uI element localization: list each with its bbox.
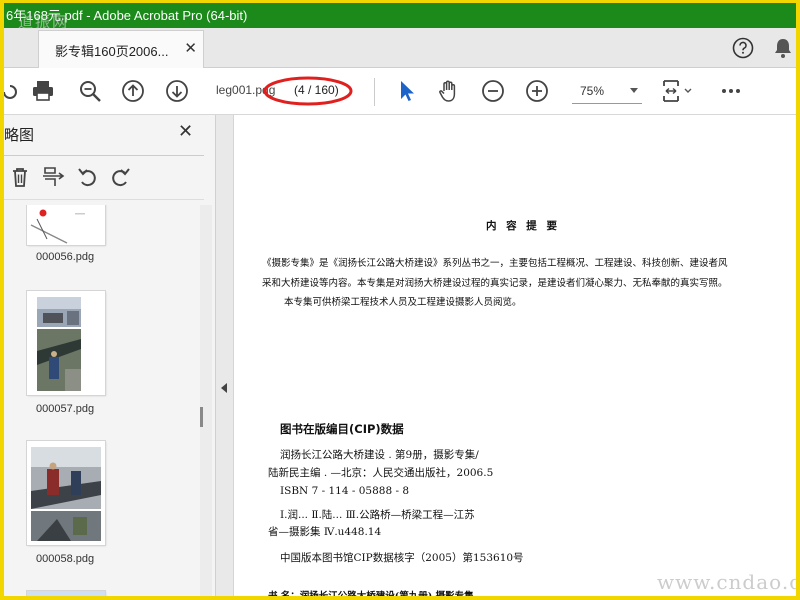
select-cursor-icon[interactable] <box>394 78 420 104</box>
window-title: 6年168元.pdf - Adobe Acrobat Pro (64-bit) <box>6 8 248 23</box>
summary-line: 采和大桥建设等内容。本专集是对润扬大桥建设过程的真实记录，是建设者们凝心聚力、无… <box>262 278 728 289</box>
previous-page-icon[interactable] <box>120 78 146 104</box>
rotate-clockwise-icon[interactable] <box>108 165 132 189</box>
print-icon[interactable] <box>30 78 56 104</box>
panel-divider-2 <box>4 199 204 200</box>
fit-page-icon[interactable] <box>660 78 700 104</box>
undo-icon[interactable] <box>4 78 20 104</box>
site-watermark-bottom: www.cndao.com <box>657 570 796 594</box>
thumbnail-list: 000056.pdg 000057.pdg 000058.pdg <box>4 205 200 596</box>
summary-line: 本专集可供桥梁工程技术人员及工程建设摄影人员阅览。 <box>284 297 522 308</box>
chevron-down-icon <box>630 88 638 93</box>
collapse-panel-icon[interactable] <box>221 383 227 393</box>
close-tab-icon[interactable]: ✕ <box>184 39 197 57</box>
window-titlebar: 6年168元.pdf - Adobe Acrobat Pro (64-bit) <box>4 3 796 28</box>
page-thumbnail[interactable] <box>27 291 105 395</box>
cip-line: 书 名：润扬长江公路大桥建设(第九册) 摄影专集 <box>268 588 474 596</box>
red-highlight-ellipse <box>263 76 353 106</box>
main-toolbar: leg001.pdg (4 / 160) 75% <box>4 68 796 115</box>
cip-title: 图书在版编目(CIP)数据 <box>280 422 404 436</box>
cip-line: ISBN 7 - 114 - 05888 - 8 <box>280 485 410 497</box>
zoom-level-dropdown[interactable]: 75% <box>572 80 642 104</box>
document-view[interactable]: 内 容 提 要 《摄影专集》是《润扬长江公路大桥建设》系列丛书之一，主要包括工程… <box>234 115 796 596</box>
trash-icon[interactable] <box>8 165 32 189</box>
panel-splitter[interactable] <box>216 115 234 596</box>
acrobat-window: 6年168元.pdf - Adobe Acrobat Pro (64-bit) … <box>4 3 796 596</box>
document-tab-label: 影专辑160页2006... <box>55 44 169 59</box>
zoom-out-magnifier-icon[interactable] <box>77 78 103 104</box>
zoom-out-icon[interactable] <box>480 78 506 104</box>
cip-line: 润扬长江公路大桥建设 . 第9册，摄影专集/ <box>280 449 479 461</box>
insert-page-icon[interactable] <box>42 165 66 189</box>
page-thumbnail[interactable] <box>27 205 105 245</box>
notifications-bell-icon[interactable] <box>772 36 794 60</box>
help-icon[interactable] <box>732 37 754 59</box>
hand-tool-icon[interactable] <box>436 78 462 104</box>
next-page-icon[interactable] <box>164 78 190 104</box>
zoom-level-value: 75% <box>580 84 605 98</box>
rotate-counterclockwise-icon[interactable] <box>76 165 100 189</box>
document-tab[interactable]: 影专辑160页2006... ✕ <box>38 30 204 68</box>
cip-line: 中国版本图书馆CIP数据核字（2005）第153610号 <box>280 552 524 564</box>
page-thumbnail[interactable] <box>27 441 105 545</box>
cip-line: 省—摄影集 Ⅳ.u448.14 <box>268 526 382 538</box>
cip-line: 陆新民主编 . —北京：人民交通出版社，2006.5 <box>268 467 494 479</box>
zoom-in-icon[interactable] <box>524 78 550 104</box>
panel-title: 略图 <box>4 127 35 144</box>
page-thumbnail[interactable] <box>27 591 105 596</box>
toolbar-divider <box>374 78 375 106</box>
page-heading: 内 容 提 要 <box>486 220 560 232</box>
page-thumbnails-panel: 略图 ✕ 000056.pdg 000057.pdg 000058.pdg <box>4 115 216 596</box>
cip-line: Ⅰ.润... Ⅱ.陆... Ⅲ.公路桥—桥梁工程—江苏 <box>280 509 475 521</box>
pdf-page: 内 容 提 要 《摄影专集》是《润扬长江公路大桥建设》系列丛书之一，主要包括工程… <box>234 115 796 596</box>
thumbnail-label: 000056.pdg <box>36 251 95 263</box>
thumbnail-scrollbar[interactable] <box>200 205 212 596</box>
thumbnail-label: 000057.pdg <box>36 403 95 415</box>
summary-line: 《摄影专集》是《润扬长江公路大桥建设》系列丛书之一，主要包括工程概况、工程建设、… <box>262 258 728 269</box>
panel-divider <box>4 155 204 156</box>
tab-bar: 影专辑160页2006... ✕ <box>4 28 796 68</box>
more-options-icon[interactable] <box>718 78 744 104</box>
close-panel-icon[interactable]: ✕ <box>178 121 193 142</box>
thumbnail-label: 000058.pdg <box>36 553 95 565</box>
scrollbar-grip[interactable] <box>200 407 203 427</box>
